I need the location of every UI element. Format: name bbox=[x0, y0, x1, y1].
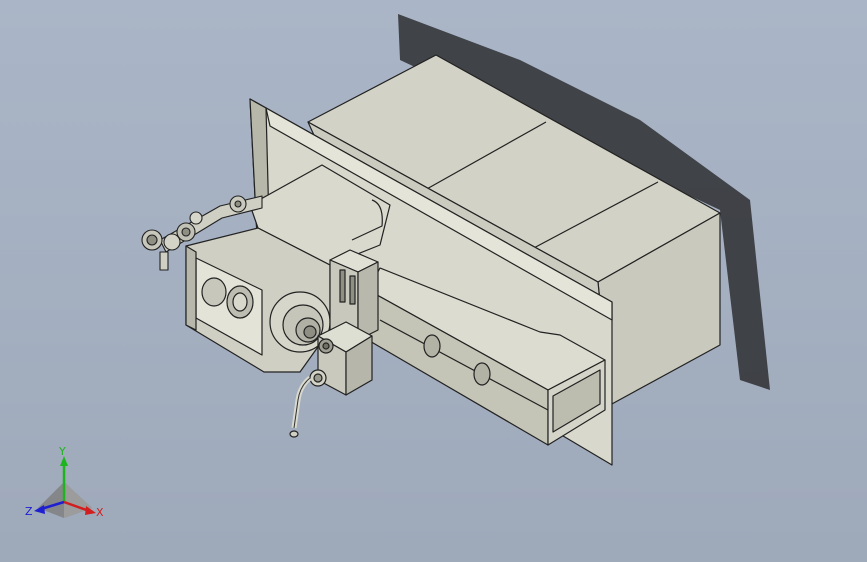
fitting-valve-5-inner bbox=[234, 200, 242, 208]
nozzle-tip bbox=[289, 430, 299, 438]
cavity-drum-2-inner bbox=[232, 292, 248, 312]
triad-y-label: Y bbox=[58, 446, 66, 458]
bracket-slot-2 bbox=[349, 275, 356, 305]
coolant-nozzle[interactable] bbox=[289, 369, 327, 438]
bracket-slot-1 bbox=[339, 269, 346, 303]
orientation-triad[interactable]: Y X Z bbox=[24, 446, 108, 526]
tray-roller-1 bbox=[423, 334, 441, 358]
head-cavity-frame bbox=[185, 245, 197, 331]
triad-z-arrow bbox=[34, 505, 45, 514]
tray-roller-2 bbox=[473, 362, 491, 386]
fitting-valve-1-inner bbox=[146, 234, 158, 246]
cavity-drum-1 bbox=[201, 277, 227, 307]
tool-chuck-inner bbox=[322, 342, 330, 350]
cad-model-view[interactable] bbox=[0, 0, 867, 562]
nozzle-hose bbox=[291, 376, 312, 429]
triad-z-label: Z bbox=[25, 505, 33, 518]
bracket-side bbox=[357, 261, 379, 341]
fitting-valve-3-inner bbox=[181, 227, 191, 237]
spindle-nose-inner bbox=[303, 325, 317, 339]
fitting-valve-4 bbox=[189, 211, 203, 225]
graphics-viewport[interactable]: Y X Z bbox=[0, 0, 867, 562]
tool-block[interactable] bbox=[317, 321, 373, 396]
nozzle-base-inner bbox=[313, 373, 323, 383]
fitting-stem bbox=[159, 251, 169, 271]
triad-x-label: X bbox=[96, 506, 104, 519]
